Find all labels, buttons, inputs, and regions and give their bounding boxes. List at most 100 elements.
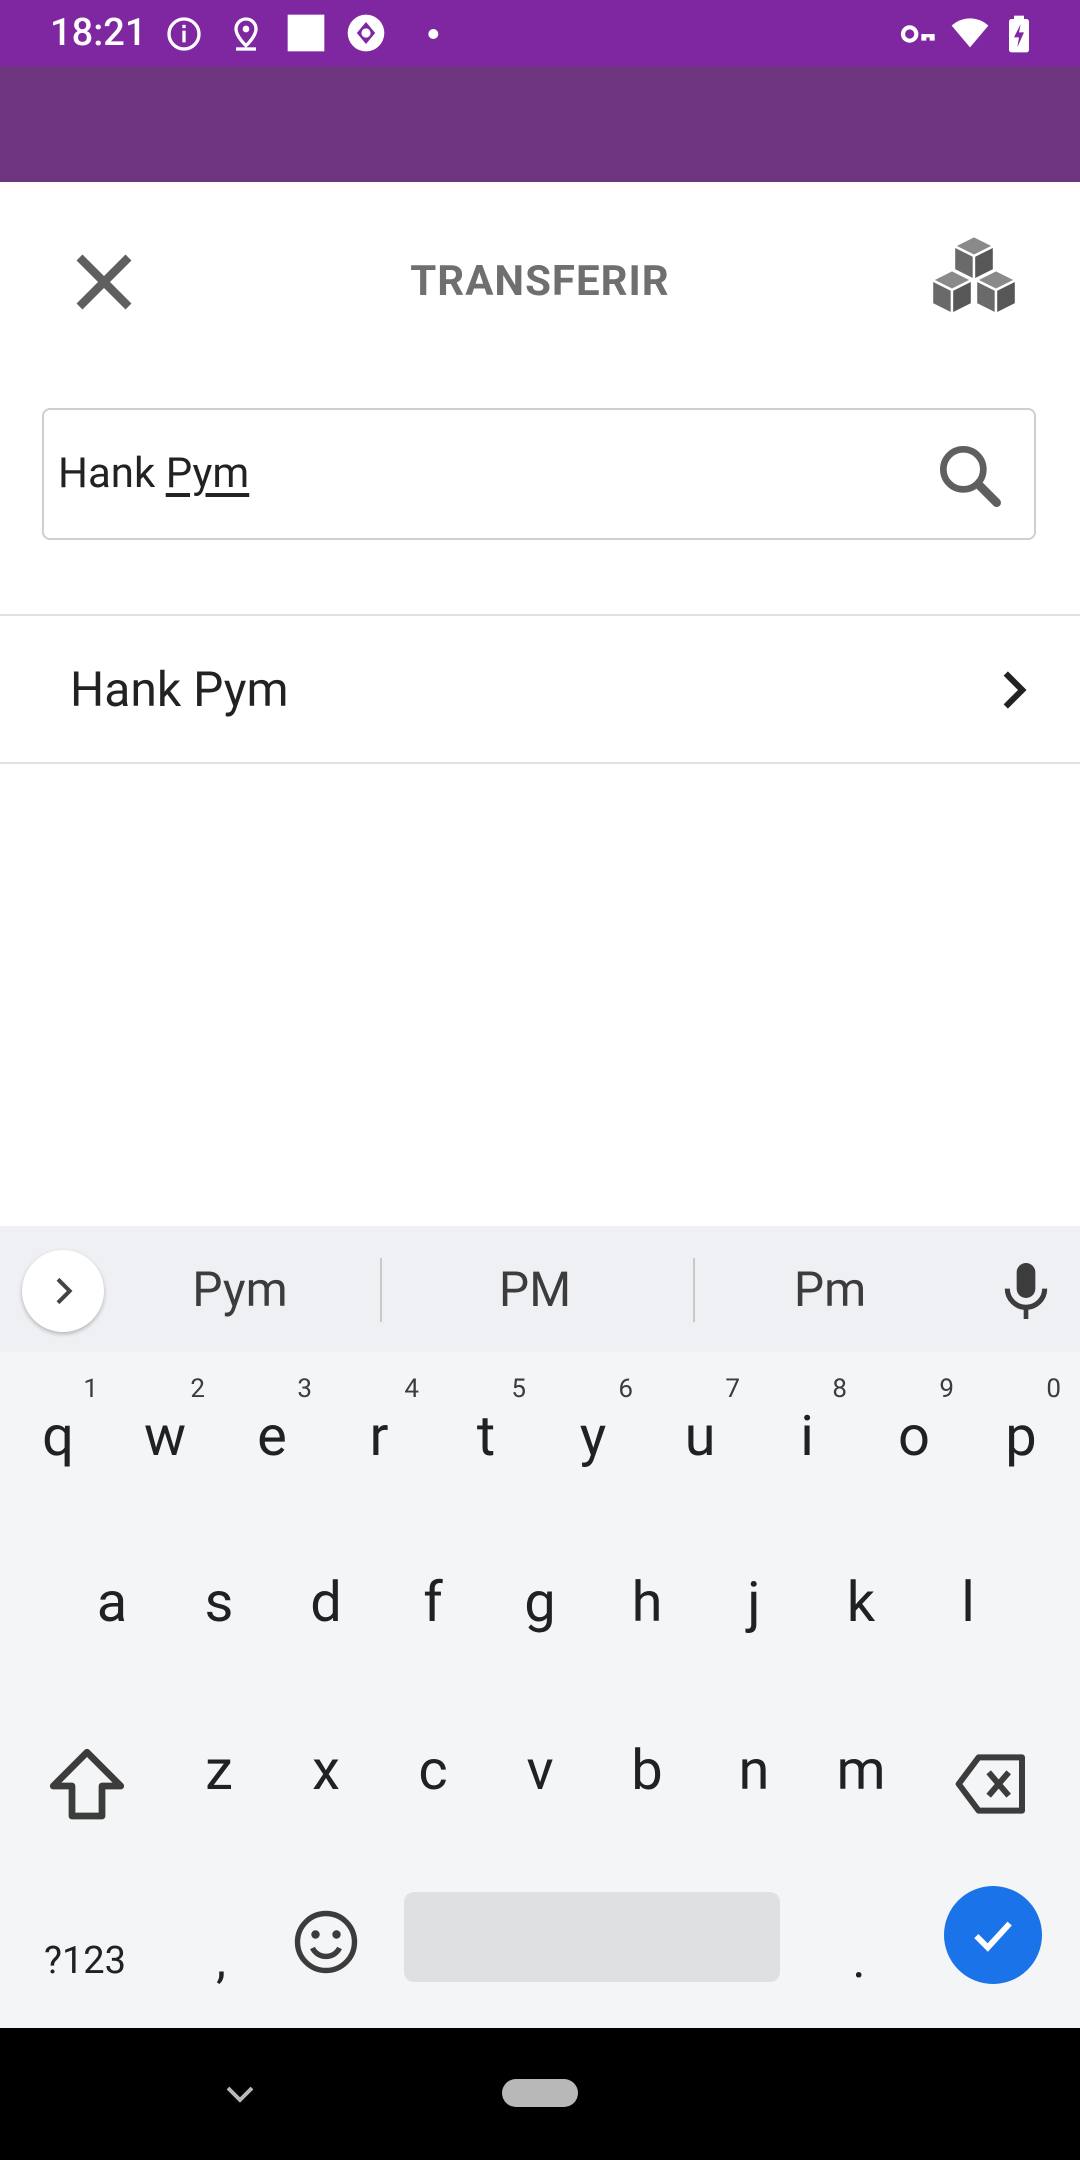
key-label: s: [204, 1569, 234, 1635]
key-label: i: [800, 1403, 814, 1469]
list-item-label: Hank Pym: [70, 661, 289, 718]
microphone-icon[interactable]: [998, 1258, 1054, 1324]
key-hint: 8: [832, 1374, 847, 1404]
key-label: f: [423, 1569, 443, 1635]
shift-icon[interactable]: [42, 1736, 132, 1836]
key-v[interactable]: v: [486, 1690, 594, 1850]
location-icon: [234, 17, 258, 51]
comma-key[interactable]: ,: [176, 1916, 266, 2006]
list-item[interactable]: Hank Pym: [0, 616, 1080, 762]
key-label: b: [631, 1737, 663, 1803]
key-w[interactable]: w2: [111, 1356, 219, 1516]
keyboard-expand-button[interactable]: [22, 1250, 104, 1332]
info-icon: [167, 17, 201, 51]
key-label: d: [310, 1569, 342, 1635]
suggestion-bar: Pym PM Pm: [0, 1226, 1080, 1352]
key-s[interactable]: s: [165, 1522, 273, 1682]
status-time: 18:21: [50, 11, 147, 55]
key-u[interactable]: u7: [646, 1356, 754, 1516]
key-g[interactable]: g: [486, 1522, 594, 1682]
key-r[interactable]: r4: [325, 1356, 433, 1516]
key-label: r: [369, 1403, 389, 1469]
period-key[interactable]: .: [814, 1916, 904, 2006]
key-b[interactable]: b: [593, 1690, 701, 1850]
key-k[interactable]: k: [807, 1522, 915, 1682]
key-label: c: [418, 1737, 448, 1803]
check-icon: [974, 1921, 1012, 1952]
enter-key[interactable]: [944, 1886, 1042, 1984]
space-key[interactable]: [404, 1892, 780, 1982]
chevron-right-icon: [1003, 671, 1027, 709]
key-c[interactable]: c: [379, 1690, 487, 1850]
key-hint: 9: [939, 1374, 954, 1404]
key-label: x: [312, 1737, 340, 1803]
suggestion[interactable]: Pym: [150, 1260, 330, 1320]
suggestion[interactable]: PM: [445, 1260, 625, 1320]
app-header-band: [0, 66, 1080, 182]
key-label: o: [898, 1403, 930, 1469]
search-field[interactable]: Hank Pym: [42, 408, 1036, 540]
search-input-composing: Pym: [165, 449, 250, 498]
key-x[interactable]: x: [272, 1690, 380, 1850]
cubes-icon[interactable]: [918, 232, 1030, 332]
home-pill[interactable]: [502, 2079, 578, 2107]
divider: [693, 1258, 695, 1322]
search-input-prefix: Hank: [58, 449, 166, 498]
status-bar: 18:21: [0, 0, 1080, 66]
key-n[interactable]: n: [700, 1690, 808, 1850]
battery-charging-icon: [1009, 15, 1029, 53]
key-hint: 4: [404, 1374, 419, 1404]
key-a[interactable]: a: [58, 1522, 166, 1682]
key-label: w: [143, 1403, 187, 1469]
key-i[interactable]: i8: [753, 1356, 861, 1516]
suggestion[interactable]: Pm: [740, 1260, 920, 1320]
symbols-key[interactable]: ?123: [20, 1916, 150, 2006]
key-q[interactable]: q1: [4, 1356, 112, 1516]
key-label: g: [524, 1569, 556, 1635]
divider: [0, 762, 1080, 764]
key-l[interactable]: l: [914, 1522, 1022, 1682]
soft-keyboard: Pym PM Pm q1 w2 e3 r4 t5 y6 u7 i8 o9 p0 …: [0, 1226, 1080, 2028]
key-label: a: [96, 1569, 128, 1635]
key-h[interactable]: h: [593, 1522, 701, 1682]
key-label: k: [846, 1569, 876, 1635]
key-label: u: [684, 1403, 716, 1469]
key-p[interactable]: p0: [967, 1356, 1075, 1516]
camera-app-icon: [347, 14, 385, 52]
divider: [380, 1258, 382, 1322]
key-hint: 7: [725, 1374, 740, 1404]
key-hint: 0: [1046, 1374, 1061, 1404]
key-hint: 2: [190, 1374, 205, 1404]
key-f[interactable]: f: [379, 1522, 487, 1682]
square-icon: [287, 14, 325, 52]
key-z[interactable]: z: [165, 1690, 273, 1850]
key-o[interactable]: o9: [860, 1356, 968, 1516]
key-t[interactable]: t5: [432, 1356, 540, 1516]
key-j[interactable]: j: [700, 1522, 808, 1682]
key-hint: 3: [297, 1374, 312, 1404]
key-label: n: [738, 1737, 770, 1803]
key-m[interactable]: m: [807, 1690, 915, 1850]
key-hint: 6: [618, 1374, 633, 1404]
emoji-icon[interactable]: [290, 1906, 362, 1978]
search-icon[interactable]: [930, 436, 1010, 516]
backspace-icon[interactable]: [952, 1744, 1032, 1824]
key-label: h: [631, 1569, 663, 1635]
key-e[interactable]: e3: [218, 1356, 326, 1516]
key-hint: 1: [83, 1374, 98, 1404]
key-label: q: [42, 1403, 74, 1469]
search-input[interactable]: Hank Pym: [58, 446, 249, 502]
wifi-icon: [951, 18, 989, 48]
chevron-right-icon: [56, 1277, 73, 1305]
key-label: j: [747, 1569, 761, 1635]
key-label: e: [257, 1403, 287, 1469]
key-label: v: [526, 1737, 554, 1803]
key-hint: 5: [511, 1374, 526, 1404]
key-label: t: [476, 1403, 496, 1469]
key-y[interactable]: y6: [539, 1356, 647, 1516]
key-d[interactable]: d: [272, 1522, 380, 1682]
chevron-down-icon[interactable]: [222, 2080, 258, 2108]
dot-icon: [428, 29, 439, 39]
key-label: z: [205, 1737, 233, 1803]
key-label: y: [579, 1403, 607, 1469]
